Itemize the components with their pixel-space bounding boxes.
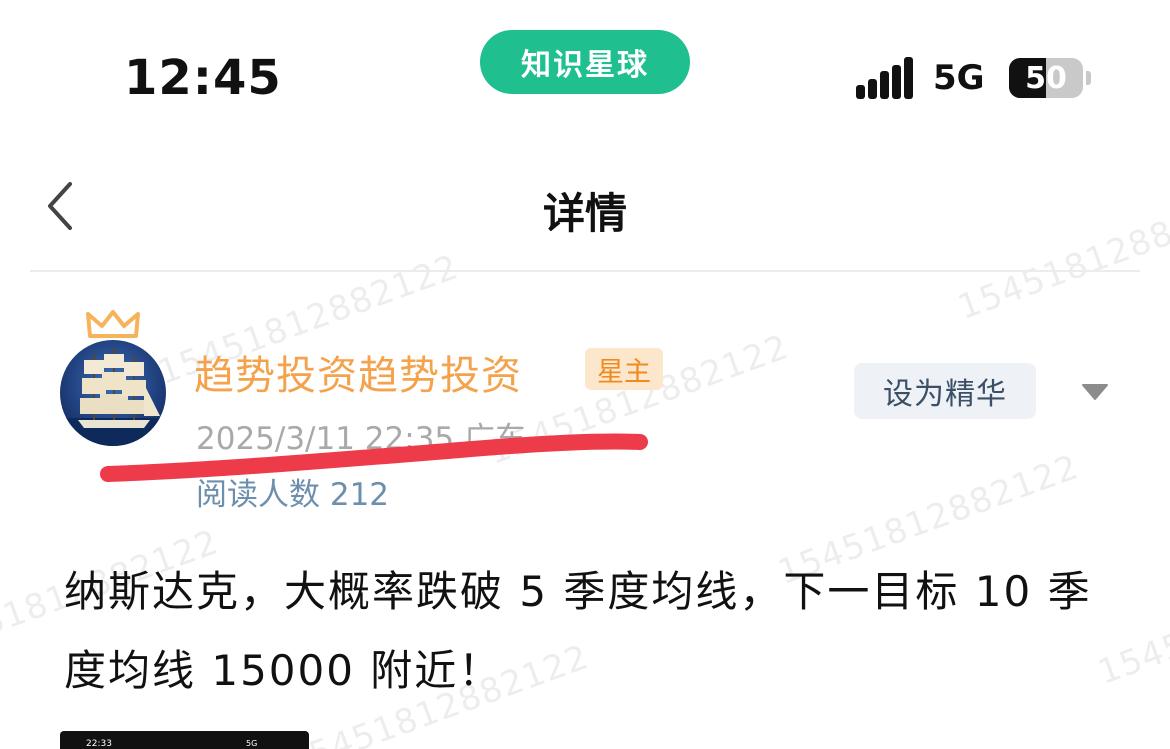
nav-divider	[30, 270, 1140, 272]
image-thumbnail[interactable]: 22:33 5G	[60, 731, 309, 749]
thumbnail-network: 5G	[246, 739, 258, 748]
screen: 15451812882122 15451812882122 1545181288…	[0, 0, 1170, 749]
network-type: 5G	[933, 58, 985, 98]
thumbnail-time: 22:33	[86, 739, 112, 749]
owner-badge: 星主	[585, 348, 663, 390]
caret-down-icon[interactable]	[1082, 383, 1108, 401]
red-underline-annotation	[100, 433, 648, 482]
page-title: 详情	[542, 189, 627, 238]
author-name[interactable]: 趋势投资趋势投资	[194, 343, 522, 401]
app-name-pill[interactable]: 知识星球	[480, 30, 690, 94]
post-content: 纳斯达克，大概率跌破 5 季度均线，下一目标 10 季度均线 15000 附近！	[64, 567, 1092, 695]
battery-cap	[1086, 71, 1091, 85]
cellular-signal-icon	[856, 57, 916, 99]
battery-icon: 50	[1009, 58, 1083, 98]
crown-icon	[86, 310, 140, 338]
set-featured-button[interactable]: 设为精华	[854, 363, 1036, 419]
status-time: 12:45	[124, 50, 282, 106]
battery-percent: 50	[1025, 60, 1067, 96]
